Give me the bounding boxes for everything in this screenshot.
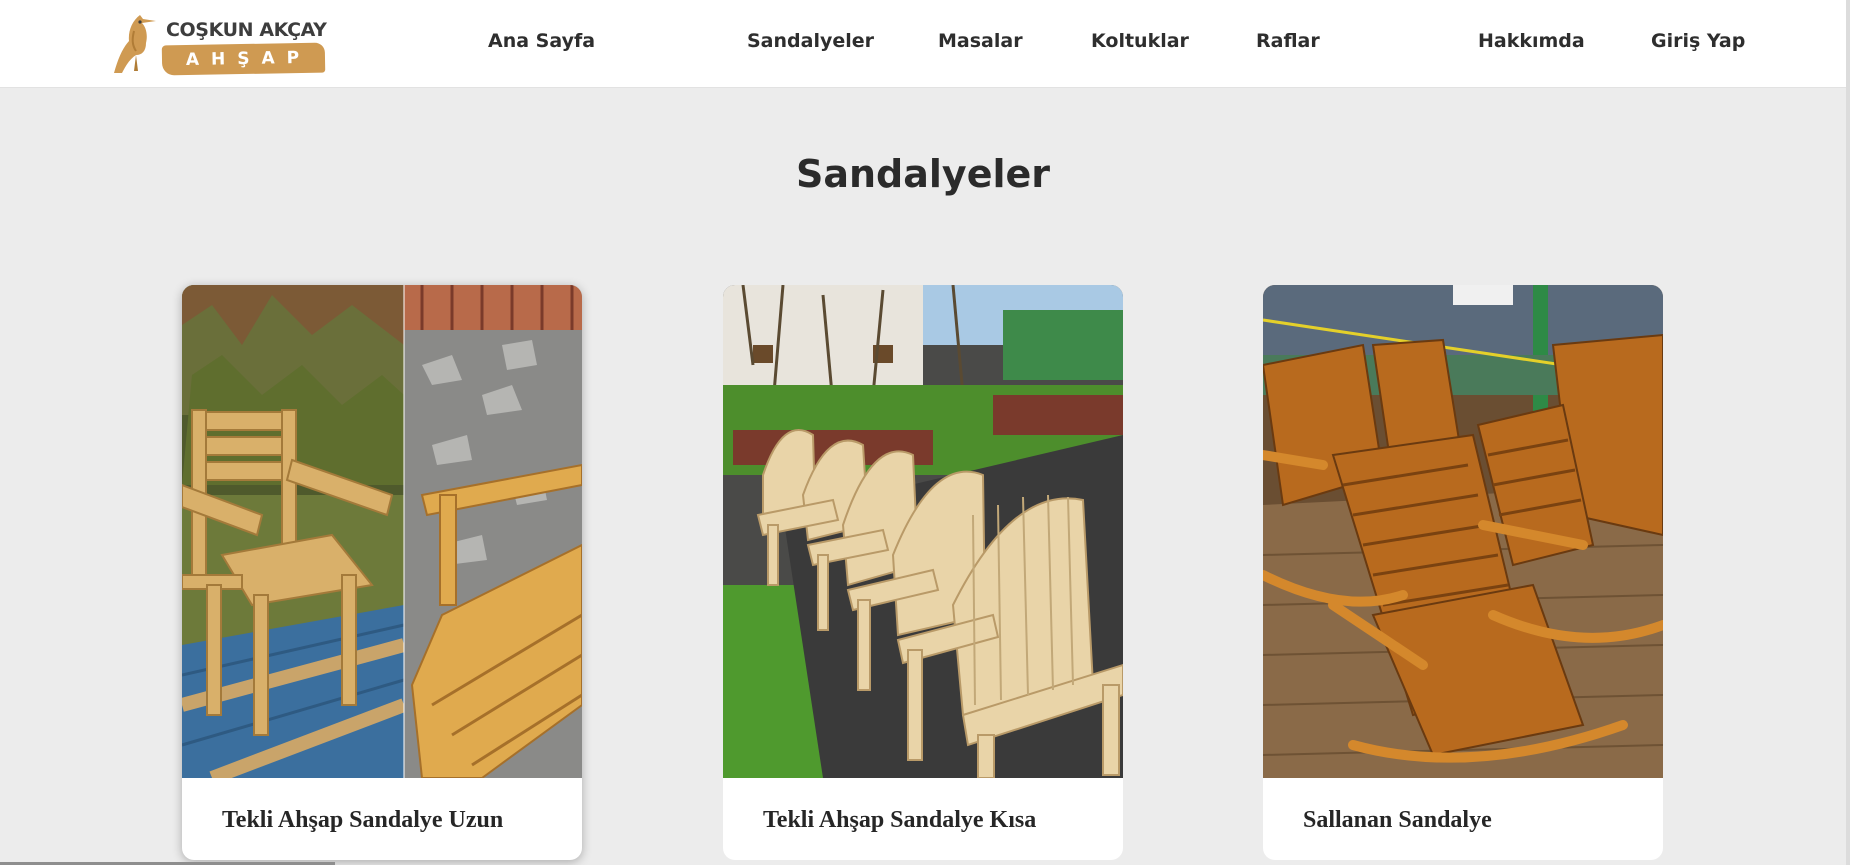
brand-word: AHŞAP [161,42,326,76]
product-card[interactable]: Tekli Ahşap Sandalye Kısa [723,285,1123,860]
nav-link-login[interactable]: Giriş Yap [1651,30,1745,52]
brand-name: COŞKUN AKÇAY [166,19,327,41]
page-title: Sandalyeler [795,152,1050,196]
product-card[interactable]: Sallanan Sandalye [1263,285,1663,860]
product-image [182,285,582,778]
product-card[interactable]: Tekli Ahşap Sandalye Uzun [182,285,582,860]
product-title: Tekli Ahşap Sandalye Uzun [222,807,504,833]
nav-link-about[interactable]: Hakkımda [1478,30,1585,52]
product-image [723,285,1123,778]
top-navigation-bar: COŞKUN AKÇAY AHŞAP Ana Sayfa Sandalyeler… [0,0,1850,88]
nav-link-armchairs[interactable]: Koltuklar [1091,30,1189,52]
vertical-scrollbar[interactable] [1846,0,1850,865]
product-title: Tekli Ahşap Sandalye Kısa [763,807,1037,833]
nav-link-shelves[interactable]: Raflar [1256,30,1320,52]
nav-link-chairs[interactable]: Sandalyeler [747,30,874,52]
nav-link-tables[interactable]: Masalar [938,30,1023,52]
nav-link-home[interactable]: Ana Sayfa [488,30,595,52]
brand-logo[interactable]: COŞKUN AKÇAY AHŞAP [110,11,327,76]
woodpecker-logo-icon [114,15,156,73]
product-title: Sallanan Sandalye [1303,807,1492,833]
product-image [1263,285,1663,778]
